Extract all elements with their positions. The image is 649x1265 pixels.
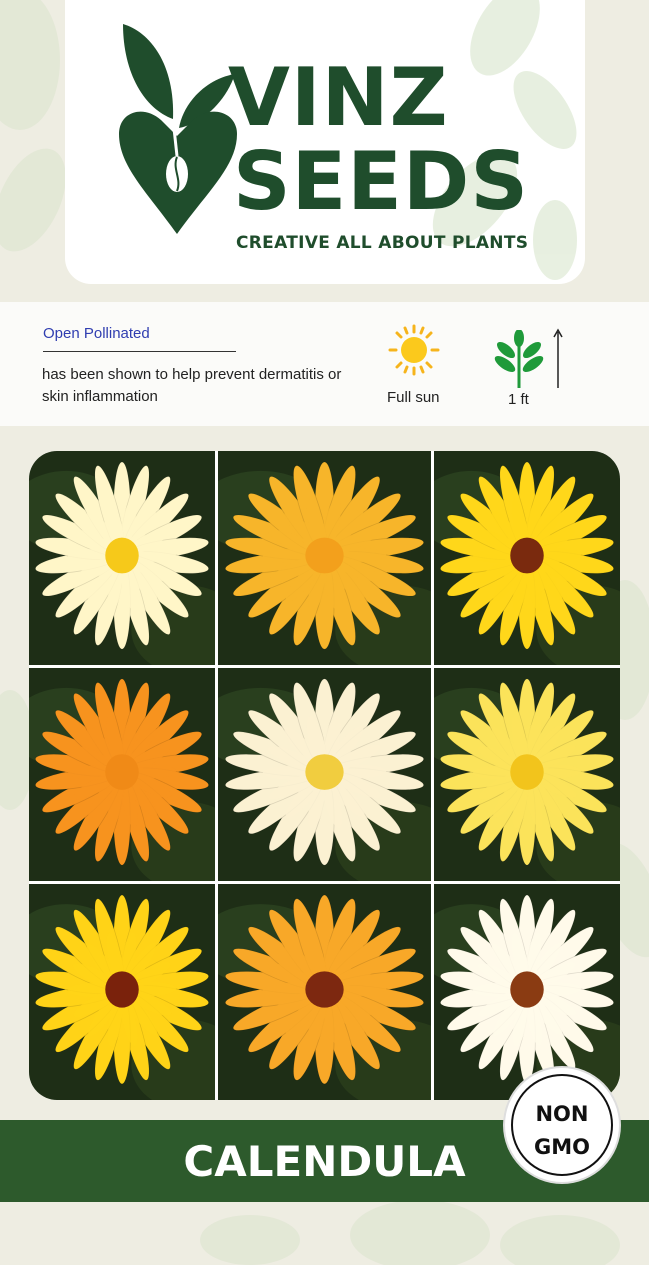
pollination-type: Open Pollinated [43,325,150,342]
flower-photo-calendula-orange-dark-center [218,884,431,1100]
brand-name-line2: SEEDS [233,135,529,228]
plant-sprout-icon [494,330,544,388]
plant-height: 1 ft [508,391,529,408]
brand-tagline: CREATIVE ALL ABOUT PLANTS [236,233,529,253]
flower-photo-calendula-orange [29,668,215,881]
divider [43,351,236,352]
flower-photo-calendula-yellow-dark-center [434,451,620,665]
flower-photo-calendula-lemon [434,668,620,881]
flower-photo-calendula-cream [218,668,431,881]
logo-card: VINZ SEEDS CREATIVE ALL ABOUT PLANTS [65,0,585,284]
sun-requirement: Full sun [387,389,440,406]
flower-photo-calendula-white [434,884,620,1100]
seed-heart-logo-icon [119,24,237,234]
badge-line1: NON [535,1102,589,1126]
badge-line2: GMO [534,1135,590,1159]
flower-photo-calendula-gold [29,884,215,1100]
flower-photo-calendula-white-yellow [29,451,215,665]
sun-icon [388,324,440,376]
non-gmo-badge: NON GMO [505,1068,619,1182]
description: has been shown to help prevent dermatiti… [42,366,342,405]
brand-name-line1: VINZ [228,51,449,144]
photo-grid [29,451,620,1100]
flower-photo-calendula-orange-cream [218,451,431,665]
up-arrow-icon [553,328,563,388]
